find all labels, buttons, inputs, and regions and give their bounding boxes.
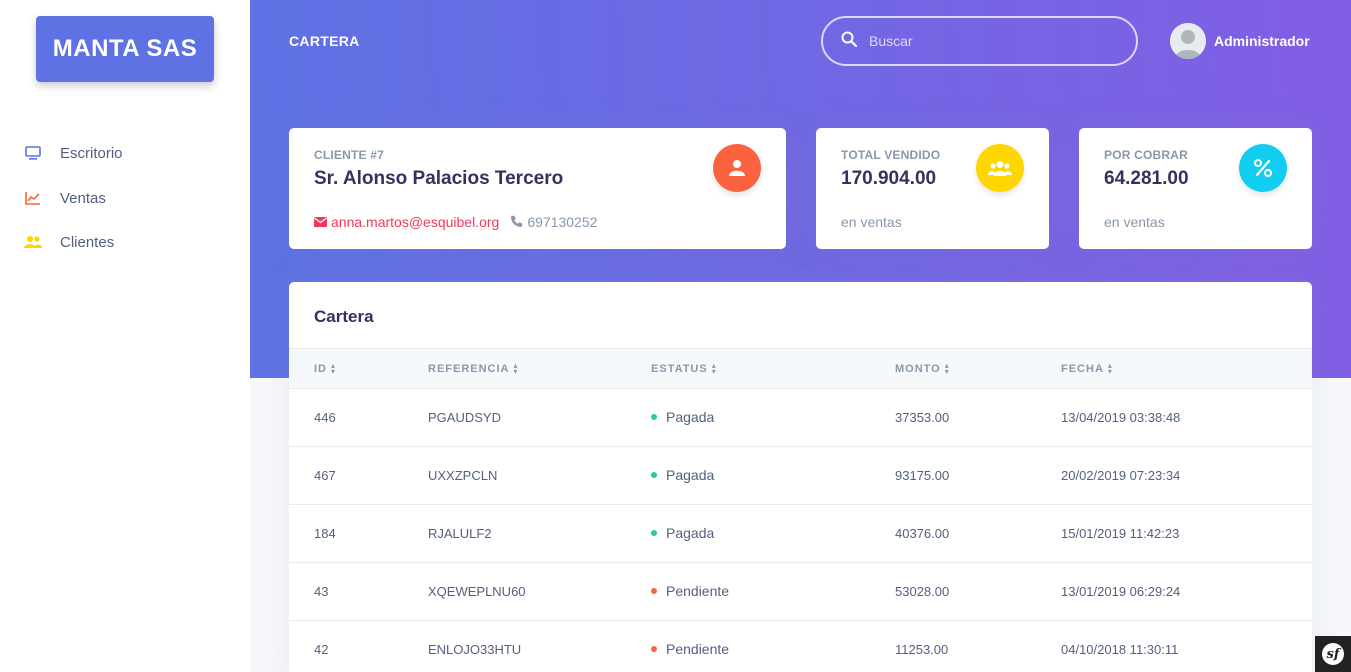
cell-date: 15/01/2019 11:42:23 <box>1061 526 1180 541</box>
client-name: Sr. Alonso Palacios Tercero <box>314 168 564 189</box>
sidebar-item-label: Clientes <box>60 233 115 251</box>
sidebar-item-clientes[interactable]: Clientes <box>24 230 114 254</box>
cell-id: 467 <box>314 468 336 483</box>
cell-status: Pagada <box>651 467 714 483</box>
user-icon <box>713 144 761 192</box>
sort-icon: ▴ ▾ <box>331 361 337 376</box>
page-title[interactable]: CARTERA <box>289 33 360 49</box>
users-icon <box>976 144 1024 192</box>
envelope-icon <box>314 214 327 230</box>
cell-id: 42 <box>314 642 329 657</box>
search-box[interactable] <box>821 16 1138 66</box>
sold-sub: en ventas <box>841 214 902 230</box>
sort-icon: ▴ ▾ <box>944 361 950 376</box>
column-header-estatus[interactable]: ESTATUS ▴ ▾ <box>651 361 717 376</box>
status-dot <box>651 646 657 652</box>
sort-icon: ▴ ▾ <box>1107 361 1113 376</box>
debug-toolbar-toggle[interactable]: sf <box>1315 636 1351 672</box>
status-dot <box>651 414 657 420</box>
cell-id: 184 <box>314 526 336 541</box>
cell-status: Pagada <box>651 525 714 541</box>
status-dot <box>651 472 657 478</box>
sidebar-item-escritorio[interactable]: Escritorio <box>24 141 123 165</box>
portfolio-table-card: Cartera ID ▴ ▾ REFERENCIA ▴ ▾ ESTATUS ▴ ▾ MONT… <box>289 282 1312 672</box>
client-email[interactable]: anna.martos@esquibel.org <box>331 214 499 230</box>
table-row[interactable]: 467 UXXZPCLN Pagada 93175.00 20/02/2019 … <box>289 447 1312 505</box>
cell-amount: 37353.00 <box>895 410 950 425</box>
users-icon <box>24 233 42 251</box>
sidebar-item-label: Escritorio <box>60 144 123 162</box>
due-label: POR COBRAR <box>1104 148 1189 162</box>
cell-ref: RJALULF2 <box>428 526 492 541</box>
cell-amount: 53028.00 <box>895 584 950 599</box>
table-row[interactable]: 42 ENLOJO33HTU Pendiente 11253.00 04/10/… <box>289 621 1312 672</box>
column-header-fecha[interactable]: FECHA ▴ ▾ <box>1061 361 1113 376</box>
cell-date: 13/01/2019 06:29:24 <box>1061 584 1181 599</box>
sold-label: TOTAL VENDIDO <box>841 148 941 162</box>
column-header-referencia[interactable]: REFERENCIA ▴ ▾ <box>428 361 519 376</box>
sold-card: TOTAL VENDIDO 170.904.00 en ventas <box>816 128 1049 249</box>
symfony-logo-icon: sf <box>1322 643 1344 665</box>
client-card: CLIENTE #7 Sr. Alonso Palacios Tercero a… <box>289 128 786 249</box>
due-card: POR COBRAR 64.281.00 en ventas <box>1079 128 1312 249</box>
chart-line-icon <box>24 189 42 207</box>
cell-ref: ENLOJO33HTU <box>428 642 522 657</box>
client-label: CLIENTE #7 <box>314 148 385 162</box>
brand-logo[interactable]: MANTA SAS <box>36 16 214 82</box>
monitor-icon <box>24 144 42 162</box>
table-row[interactable]: 184 RJALULF2 Pagada 40376.00 15/01/2019 … <box>289 505 1312 563</box>
due-sub: en ventas <box>1104 214 1165 230</box>
cell-ref: PGAUDSYD <box>428 410 501 425</box>
table-row[interactable]: 43 XQEWEPLNU60 Pendiente 53028.00 13/01/… <box>289 563 1312 621</box>
sold-value: 170.904.00 <box>841 168 937 189</box>
cell-amount: 11253.00 <box>895 642 949 657</box>
cell-status: Pendiente <box>651 583 729 599</box>
cell-ref: XQEWEPLNU60 <box>428 584 526 599</box>
table-header: ID ▴ ▾ REFERENCIA ▴ ▾ ESTATUS ▴ ▾ MONTO ▴ ▾ FECH… <box>289 348 1312 389</box>
table-title: Cartera <box>314 307 374 326</box>
cell-date: 20/02/2019 07:23:34 <box>1061 468 1181 483</box>
search-icon <box>841 31 858 52</box>
search-input[interactable] <box>869 33 1109 49</box>
cell-amount: 40376.00 <box>895 526 950 541</box>
avatar <box>1170 23 1206 59</box>
sort-icon: ▴ ▾ <box>711 361 717 376</box>
cell-ref: UXXZPCLN <box>428 468 498 483</box>
client-contact: anna.martos@esquibel.org 697130252 <box>314 214 597 230</box>
status-dot <box>651 530 657 536</box>
user-name: Administrador <box>1214 33 1310 49</box>
cell-amount: 93175.00 <box>895 468 950 483</box>
cell-id: 446 <box>314 410 336 425</box>
sidebar: MANTA SAS Escritorio Ventas Clientes <box>0 0 250 672</box>
column-header-id[interactable]: ID ▴ ▾ <box>314 361 337 376</box>
cell-id: 43 <box>314 584 329 599</box>
sidebar-item-ventas[interactable]: Ventas <box>24 186 106 210</box>
user-menu[interactable]: Administrador <box>1170 23 1310 59</box>
sort-icon: ▴ ▾ <box>513 361 519 376</box>
column-header-monto[interactable]: MONTO ▴ ▾ <box>895 361 950 376</box>
due-value: 64.281.00 <box>1104 168 1189 189</box>
cell-date: 13/04/2019 03:38:48 <box>1061 410 1181 425</box>
percent-icon <box>1239 144 1287 192</box>
phone-icon <box>511 214 523 230</box>
sidebar-item-label: Ventas <box>60 189 106 207</box>
cell-status: Pagada <box>651 409 714 425</box>
cell-status: Pendiente <box>651 641 729 657</box>
cell-date: 04/10/2018 11:30:11 <box>1061 642 1179 657</box>
client-phone[interactable]: 697130252 <box>527 214 597 230</box>
table-row[interactable]: 446 PGAUDSYD Pagada 37353.00 13/04/2019 … <box>289 389 1312 447</box>
status-dot <box>651 588 657 594</box>
